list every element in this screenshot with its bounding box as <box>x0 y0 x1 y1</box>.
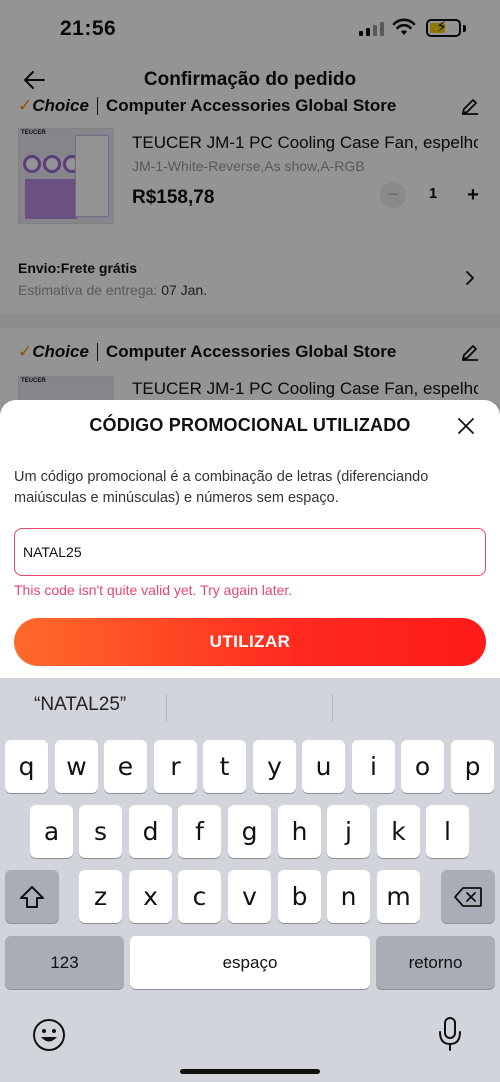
suggestion-item[interactable]: “NATAL25” <box>34 694 126 716</box>
promo-code-input[interactable] <box>14 528 486 576</box>
key-u[interactable]: u <box>302 740 345 793</box>
key-k[interactable]: k <box>377 805 420 858</box>
key-m[interactable]: m <box>377 870 420 923</box>
delete-icon <box>454 886 482 907</box>
shift-icon <box>20 885 44 908</box>
apply-promo-button[interactable]: UTILIZAR <box>14 618 486 666</box>
key-v[interactable]: v <box>228 870 271 923</box>
divider <box>166 694 167 722</box>
onscreen-keyboard: “NATAL25” q w e r t y u i o p a s d f g … <box>0 678 500 1082</box>
close-icon[interactable] <box>457 417 475 435</box>
key-l[interactable]: l <box>426 805 469 858</box>
sheet-title: CÓDIGO PROMOCIONAL UTILIZADO <box>89 415 411 435</box>
key-e[interactable]: e <box>104 740 147 793</box>
error-message: This code isn't quite valid yet. Try aga… <box>14 582 293 598</box>
key-p[interactable]: p <box>451 740 494 793</box>
microphone-icon[interactable] <box>437 1016 463 1052</box>
home-indicator <box>180 1069 320 1074</box>
key-j[interactable]: j <box>327 805 370 858</box>
key-t[interactable]: t <box>203 740 246 793</box>
key-q[interactable]: q <box>5 740 48 793</box>
emoji-icon[interactable] <box>32 1018 66 1052</box>
shift-key[interactable] <box>5 870 59 923</box>
key-r[interactable]: r <box>154 740 197 793</box>
key-f[interactable]: f <box>178 805 221 858</box>
key-h[interactable]: h <box>278 805 321 858</box>
key-o[interactable]: o <box>401 740 444 793</box>
key-a[interactable]: a <box>30 805 73 858</box>
key-g[interactable]: g <box>228 805 271 858</box>
delete-key[interactable] <box>441 870 495 923</box>
key-d[interactable]: d <box>129 805 172 858</box>
key-n[interactable]: n <box>327 870 370 923</box>
key-z[interactable]: z <box>79 870 122 923</box>
divider <box>332 694 333 722</box>
key-x[interactable]: x <box>129 870 172 923</box>
key-i[interactable]: i <box>352 740 395 793</box>
space-key[interactable]: espaço <box>130 936 370 989</box>
key-b[interactable]: b <box>278 870 321 923</box>
key-w[interactable]: w <box>55 740 98 793</box>
promo-description: Um código promocional é a combinação de … <box>14 469 429 506</box>
suggestion-bar: “NATAL25” <box>0 678 500 736</box>
key-y[interactable]: y <box>253 740 296 793</box>
return-key[interactable]: retorno <box>376 936 495 989</box>
numbers-key[interactable]: 123 <box>5 936 124 989</box>
key-c[interactable]: c <box>178 870 221 923</box>
key-s[interactable]: s <box>79 805 122 858</box>
